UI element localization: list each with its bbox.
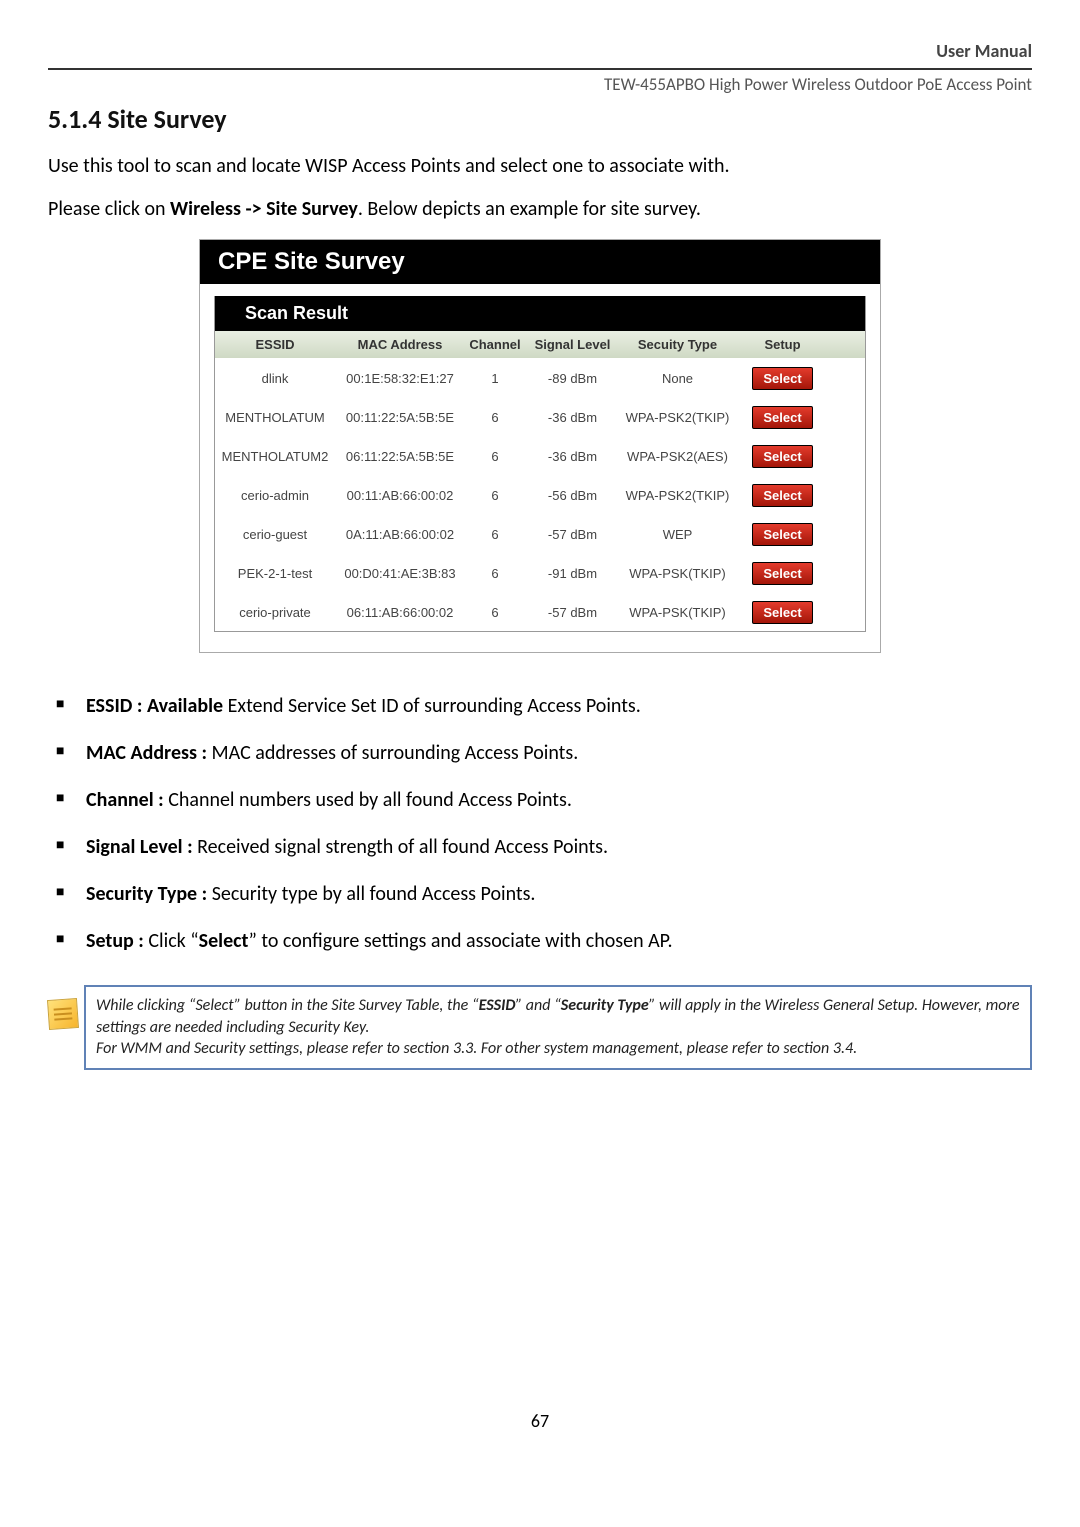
cell-setup: Select [735,400,830,435]
select-button[interactable]: Select [752,445,812,468]
cell-mac: 00:11:AB:66:00:02 [335,482,465,509]
note-icon [47,998,79,1030]
definition-item: Channel : Channel numbers used by all fo… [56,787,1032,814]
cell-essid: dlink [215,365,335,392]
cell-setup: Select [735,361,830,396]
table-row: cerio-guest0A:11:AB:66:00:026-57 dBmWEP S… [215,514,865,553]
cell-security: WPA-PSK(TKIP) [620,599,735,626]
cell-channel: 6 [465,560,525,587]
cell-channel: 6 [465,482,525,509]
header-manual-label: User Manual [48,40,1032,62]
section-heading: 5.1.4 Site Survey [48,103,1032,135]
table-row: PEK-2-1-test00:D0:41:AE:3B:836-91 dBmWPA… [215,553,865,592]
intro-text-2: Please click on Wireless -> Site Survey.… [48,196,1032,223]
scan-result-box: Scan Result ESSID MAC Address Channel Si… [214,296,866,632]
scan-result-header: Scan Result [215,296,865,331]
cell-signal: -57 dBm [525,521,620,548]
cell-security: WPA-PSK2(TKIP) [620,404,735,431]
col-channel: Channel [465,331,525,358]
cell-essid: MENTHOLATUM2 [215,443,335,470]
definition-item: ESSID : Available Extend Service Set ID … [56,693,1032,720]
table-row: MENTHOLATUM206:11:22:5A:5B:5E6-36 dBmWPA… [215,436,865,475]
page-number: 67 [48,1410,1032,1432]
intro-text-1: Use this tool to scan and locate WISP Ac… [48,153,1032,180]
cell-security: WPA-PSK2(TKIP) [620,482,735,509]
scan-table-header: ESSID MAC Address Channel Signal Level S… [215,331,865,358]
cell-channel: 6 [465,404,525,431]
select-button[interactable]: Select [752,484,812,507]
select-button[interactable]: Select [752,523,812,546]
cell-mac: 00:11:22:5A:5B:5E [335,404,465,431]
cell-essid: PEK-2-1-test [215,560,335,587]
definition-item: Setup : Click “Select” to configure sett… [56,928,1032,955]
cell-essid: cerio-admin [215,482,335,509]
definition-item: Signal Level : Received signal strength … [56,834,1032,861]
cell-setup: Select [735,556,830,591]
col-setup: Setup [735,331,830,358]
cell-mac: 0A:11:AB:66:00:02 [335,521,465,548]
col-security: Secuity Type [620,331,735,358]
cell-mac: 06:11:AB:66:00:02 [335,599,465,626]
cell-signal: -91 dBm [525,560,620,587]
cell-channel: 6 [465,443,525,470]
cell-essid: cerio-guest [215,521,335,548]
cell-setup: Select [735,439,830,474]
cell-security: None [620,365,735,392]
definition-item: Security Type : Security type by all fou… [56,881,1032,908]
header-divider [48,68,1032,70]
cpe-panel: CPE Site Survey Scan Result ESSID MAC Ad… [199,239,881,653]
cpe-panel-title: CPE Site Survey [200,240,880,284]
table-row: cerio-admin00:11:AB:66:00:026-56 dBmWPA-… [215,475,865,514]
col-essid: ESSID [215,331,335,358]
select-button[interactable]: Select [752,601,812,624]
cell-security: WEP [620,521,735,548]
table-row: dlink00:1E:58:32:E1:271-89 dBmNone Select [215,358,865,397]
cell-setup: Select [735,595,830,630]
select-button[interactable]: Select [752,406,812,429]
cell-essid: MENTHOLATUM [215,404,335,431]
cell-security: WPA-PSK(TKIP) [620,560,735,587]
cell-signal: -36 dBm [525,443,620,470]
col-signal: Signal Level [525,331,620,358]
cell-channel: 6 [465,599,525,626]
definitions-list: ESSID : Available Extend Service Set ID … [56,693,1032,955]
note-box: While clicking “Select” button in the Si… [84,985,1032,1070]
select-button[interactable]: Select [752,562,812,585]
cell-channel: 1 [465,365,525,392]
cell-signal: -57 dBm [525,599,620,626]
cell-mac: 00:D0:41:AE:3B:83 [335,560,465,587]
table-row: cerio-private06:11:AB:66:00:026-57 dBmWP… [215,592,865,631]
cell-mac: 00:1E:58:32:E1:27 [335,365,465,392]
cell-security: WPA-PSK2(AES) [620,443,735,470]
cell-mac: 06:11:22:5A:5B:5E [335,443,465,470]
note-callout: While clicking “Select” button in the Si… [48,985,1032,1070]
col-mac: MAC Address [335,331,465,358]
cell-signal: -36 dBm [525,404,620,431]
cell-channel: 6 [465,521,525,548]
cell-essid: cerio-private [215,599,335,626]
cell-setup: Select [735,478,830,513]
header-product: TEW-455APBO High Power Wireless Outdoor … [48,74,1032,95]
definition-item: MAC Address : MAC addresses of surroundi… [56,740,1032,767]
table-row: MENTHOLATUM00:11:22:5A:5B:5E6-36 dBmWPA-… [215,397,865,436]
cell-setup: Select [735,517,830,552]
select-button[interactable]: Select [752,367,812,390]
cell-signal: -89 dBm [525,365,620,392]
cell-signal: -56 dBm [525,482,620,509]
